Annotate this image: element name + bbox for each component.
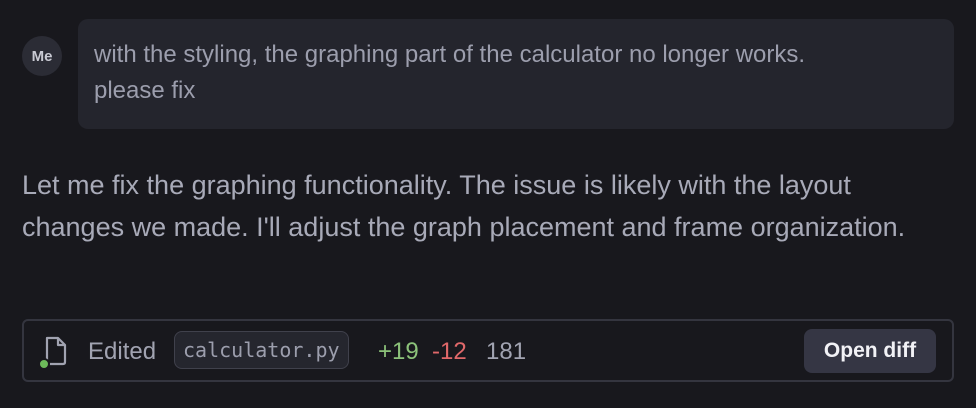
file-name-chip[interactable]: calculator.py [174, 331, 349, 369]
file-icon [38, 336, 67, 370]
line-count: 181 [486, 338, 527, 365]
status-dot-icon [38, 358, 50, 370]
user-message-text: with the styling, the graphing part of t… [94, 41, 806, 104]
user-message-bubble: with the styling, the graphing part of t… [78, 19, 954, 129]
chat-view: Me with the styling, the graphing part o… [0, 0, 976, 408]
open-diff-button[interactable]: Open diff [804, 329, 936, 373]
assistant-message-text: Let me fix the graphing functionality. T… [22, 170, 906, 242]
deletions-count: -12 [432, 338, 467, 365]
user-avatar: Me [22, 36, 62, 76]
edit-status-label: Edited [88, 338, 157, 365]
file-edit-card: Edited calculator.py +19 -12 181 Open di… [22, 319, 954, 382]
additions-count: +19 [378, 338, 419, 365]
